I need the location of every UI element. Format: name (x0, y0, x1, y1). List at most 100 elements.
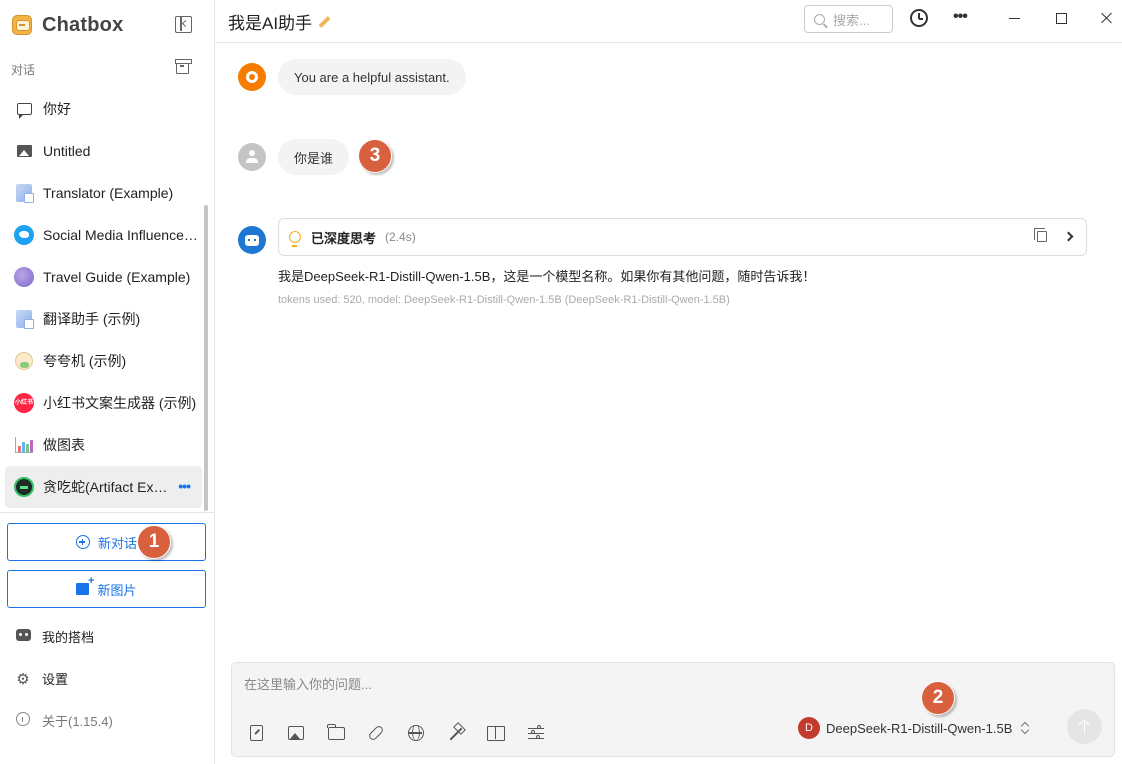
conversation-item[interactable]: 小红书 小红书文案生成器 (示例) (5, 382, 202, 424)
conversations-section-label: 对话 (11, 63, 36, 77)
system-avatar (238, 63, 266, 91)
conversation-item[interactable]: Untitled (5, 130, 202, 172)
conversation-label: 翻译助手 (示例) (43, 311, 141, 327)
search-input[interactable]: 搜索... (804, 5, 893, 33)
new-chat-label: 新对话 (97, 535, 137, 551)
folder-icon (327, 723, 345, 740)
window-minimize-icon[interactable] (1009, 18, 1020, 19)
model-avatar: D (798, 717, 820, 739)
message-meta: tokens used: 520, model: DeepSeek-R1-Dis… (278, 294, 730, 306)
app-name: Chatbox (42, 13, 124, 36)
chat-title[interactable]: 我是AI助手 (228, 9, 331, 34)
window-close-icon[interactable] (1100, 11, 1114, 25)
my-bots-link[interactable]: 我的搭档 (15, 627, 94, 646)
collapse-sidebar-icon[interactable] (175, 16, 192, 33)
add-photo-icon (76, 575, 94, 595)
conversation-label: 小红书文案生成器 (示例) (43, 395, 197, 411)
conversation-item[interactable]: 你好 (5, 88, 202, 130)
sliders-icon (528, 724, 544, 740)
conversation-item[interactable]: Social Media Influencer (Example) (5, 214, 202, 256)
thinking-time: (2.4s) (385, 230, 416, 244)
annotation-badge: 2 (921, 681, 955, 715)
gear-icon: ⚙ (16, 670, 30, 688)
conversation-item[interactable]: Travel Guide (Example) (5, 256, 202, 298)
image-icon (288, 726, 304, 740)
tools-button[interactable] (445, 722, 467, 744)
more-horizontal-icon[interactable]: ••• (953, 8, 968, 26)
attach-link-button[interactable] (365, 722, 387, 744)
sidebar: Chatbox 对话 你好 Untitled Translator (Examp… (0, 0, 215, 764)
xiaohongshu-avatar-icon: 小红书 (14, 393, 34, 413)
book-open-icon (487, 725, 505, 741)
conversation-label: 夸夸机 (示例) (43, 353, 127, 369)
settings-sliders-button[interactable] (525, 722, 547, 744)
link-icon (367, 724, 385, 742)
user-message-bubble: 你是谁 (278, 139, 350, 175)
conversation-label: 贪吃蛇(Artifact Example) (43, 479, 169, 495)
new-image-button[interactable]: 新图片 (7, 570, 206, 608)
history-icon[interactable] (910, 9, 928, 27)
translator-avatar-icon (16, 310, 34, 329)
model-name: DeepSeek-R1-Distill-Qwen-1.5B (826, 720, 1013, 736)
translator-avatar-icon (16, 184, 34, 203)
attach-folder-button[interactable] (325, 722, 347, 744)
annotation-badge: 3 (358, 139, 392, 173)
system-message-text: You are a helpful assistant. (294, 69, 450, 85)
praise-bot-avatar-icon (15, 352, 33, 370)
archive-icon[interactable] (175, 59, 192, 74)
web-search-button[interactable] (405, 722, 427, 744)
conversation-label: Translator (Example) (43, 185, 174, 201)
snake-game-avatar-icon (14, 477, 34, 497)
conversation-label: Untitled (43, 143, 91, 159)
conversation-item-active[interactable]: 贪吃蛇(Artifact Example) ••• (5, 466, 202, 508)
settings-label: 设置 (42, 672, 69, 687)
copy-icon[interactable] (1034, 228, 1047, 242)
new-chat-button[interactable]: 新对话 (7, 523, 206, 561)
search-icon (814, 13, 825, 25)
settings-link[interactable]: ⚙ 设置 (15, 669, 68, 688)
user-avatar (238, 143, 266, 171)
conversation-item[interactable]: Translator (Example) (5, 172, 202, 214)
more-options-icon[interactable]: ••• (178, 478, 191, 494)
hammer-icon (448, 725, 464, 741)
sidebar-divider (0, 512, 214, 513)
gear-icon (246, 71, 258, 83)
image-icon (16, 145, 32, 157)
edit-pencil-icon[interactable] (318, 15, 331, 28)
attach-document-button[interactable] (245, 722, 267, 744)
chevron-right-icon[interactable] (1063, 231, 1074, 242)
chat-title-text: 我是AI助手 (228, 14, 313, 33)
message-input[interactable] (244, 677, 944, 692)
send-button[interactable] (1067, 709, 1102, 744)
chatbox-logo-icon (12, 15, 32, 35)
window-maximize-icon[interactable] (1056, 13, 1067, 24)
conversation-item[interactable]: 夸夸机 (示例) (5, 340, 202, 382)
annotation-badge: 1 (137, 525, 171, 559)
conversation-label: Social Media Influencer (Example) (43, 227, 200, 243)
chart-avatar-icon (15, 437, 33, 453)
plus-circle-icon (75, 535, 90, 549)
document-edit-icon (249, 725, 263, 741)
conversation-label: Travel Guide (Example) (43, 269, 191, 285)
conversation-item[interactable]: 做图表 (5, 424, 202, 466)
about-label: 关于(1.15.4) (42, 714, 113, 729)
thinking-panel[interactable]: 已深度思考 (2.4s) (278, 218, 1087, 256)
assistant-avatar (238, 226, 266, 254)
model-selector[interactable]: D DeepSeek-R1-Distill-Qwen-1.5B (798, 716, 1029, 740)
about-link[interactable]: 关于(1.15.4) (15, 711, 113, 730)
chat-bubble-icon (16, 103, 32, 119)
my-bots-label: 我的搭档 (42, 630, 95, 645)
new-image-label: 新图片 (97, 582, 137, 598)
conversation-item[interactable]: 翻译助手 (示例) (5, 298, 202, 340)
conversation-label: 做图表 (43, 437, 85, 453)
sidebar-scrollbar[interactable] (204, 205, 208, 511)
assistant-message-text: 我是DeepSeek-R1-Distill-Qwen-1.5B，这是一个模型名称… (278, 269, 816, 284)
person-icon (245, 150, 259, 164)
conversation-label: 你好 (43, 101, 71, 117)
knowledge-base-button[interactable] (485, 722, 507, 744)
info-icon (16, 711, 30, 726)
input-panel: D DeepSeek-R1-Distill-Qwen-1.5B 2 (231, 662, 1115, 757)
user-message-text: 你是谁 (294, 150, 334, 166)
attach-image-button[interactable] (285, 722, 307, 744)
globe-avatar-icon (14, 267, 34, 287)
